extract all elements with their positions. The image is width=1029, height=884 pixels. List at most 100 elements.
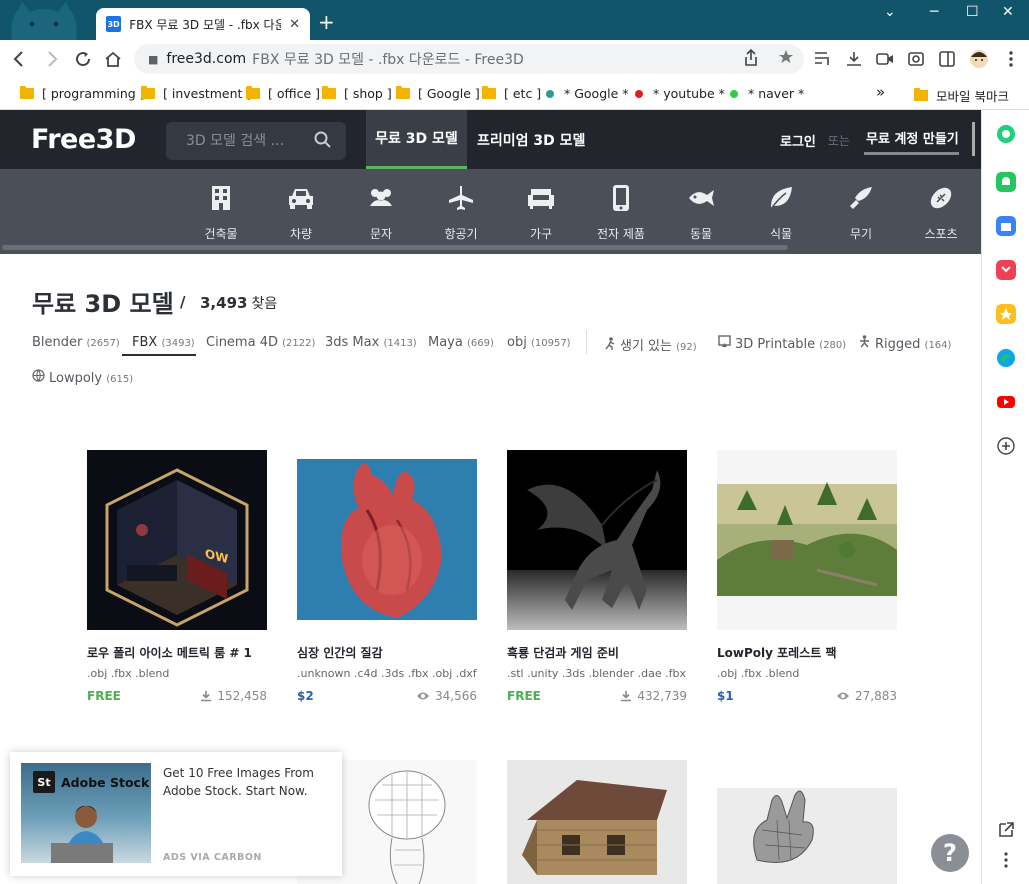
ad-image[interactable]: St Adobe Stock (21, 763, 151, 863)
card-title[interactable]: 흑룡 단검과 게임 준비 (507, 644, 687, 661)
menu-kebab-icon[interactable] (1008, 50, 1014, 68)
screenshot-icon[interactable] (907, 50, 925, 68)
mobile-bookmarks[interactable]: 모바일 북마크 (914, 86, 1009, 105)
login-link[interactable]: 로그인 (780, 131, 816, 150)
filter-lowpoly[interactable]: Lowpoly (615) (32, 369, 133, 386)
star-app-icon[interactable] (996, 304, 1016, 324)
free3d-logo[interactable]: Free3D (31, 124, 136, 155)
site-search-box[interactable] (166, 122, 346, 160)
green-circle-app-icon[interactable] (996, 124, 1016, 144)
filter-label: 3D Printable (735, 337, 816, 352)
bookmark-programming[interactable]: [ programming ] (20, 86, 145, 101)
pocket-app-icon[interactable] (996, 260, 1016, 280)
media-icon[interactable] (876, 51, 894, 67)
category-architecture[interactable]: 건축물 (186, 183, 256, 242)
maximize-button[interactable]: ☐ (966, 4, 979, 20)
signup-button[interactable]: 무료 계정 만들기 (864, 123, 959, 155)
sidebar-toggle-icon[interactable] (938, 50, 956, 68)
category-aircraft[interactable]: 항공기 (426, 183, 496, 242)
new-tab-button[interactable]: + (318, 12, 335, 32)
bell-app-icon[interactable] (996, 172, 1016, 192)
nav-premium-models[interactable]: 프리미엄 3D 모델 (477, 130, 585, 150)
bookmark-naver[interactable]: * naver * (730, 86, 804, 101)
category-weapons[interactable]: 무기 (826, 183, 896, 242)
profile-avatar-icon[interactable] (969, 49, 989, 69)
lock-icon[interactable]: ■ (148, 53, 158, 66)
model-card[interactable]: 심장 인간의 질감 .unknown .c4d .3ds .fbx .obj .… (297, 450, 477, 704)
filter-blender[interactable]: Blender (2657) (32, 335, 120, 350)
active-tab[interactable]: 3D FBX 무료 3D 모델 - .fbx 다운로드 ✕ (96, 8, 310, 40)
youtube-app-icon[interactable] (996, 392, 1016, 412)
minimize-button[interactable]: ─ (930, 4, 938, 20)
card-title[interactable]: 심장 인간의 질감 (297, 644, 477, 661)
nav-free-models[interactable]: 무료 3D 모델 (366, 110, 467, 169)
category-characters[interactable]: 문자 (346, 183, 416, 242)
category-sports[interactable]: 스포츠 (906, 183, 976, 242)
bookmark-etc[interactable]: [ etc ] (482, 86, 541, 101)
bookmark-investment[interactable]: [ investment ] (141, 86, 251, 101)
bookmark-label: [ Google ] (418, 86, 480, 101)
card-title[interactable]: 로우 폴리 아이소 메트릭 룸 # 1 (87, 644, 267, 661)
category-electronics[interactable]: 전자 제품 (586, 183, 656, 242)
bookmark-office[interactable]: [ office ] (246, 86, 320, 101)
bookmark-google[interactable]: * Google * (546, 86, 629, 101)
reading-list-icon[interactable] (814, 51, 832, 67)
model-card[interactable]: OW 로우 폴리 아이소 메트릭 룸 # 1 .obj .fbx .blend … (87, 450, 267, 704)
category-vehicles[interactable]: 차량 (266, 183, 336, 242)
category-scrollbar[interactable] (2, 245, 788, 250)
category-plants[interactable]: 식물 (746, 183, 816, 242)
ad-text[interactable]: Get 10 Free Images From Adobe Stock. Sta… (163, 764, 333, 800)
filter-animated[interactable]: 생기 있는 (92) (604, 335, 697, 354)
filter-fbx[interactable]: FBX (3493) (132, 335, 195, 350)
model-thumbnail-iso-room[interactable]: OW (87, 450, 267, 630)
bookmarks-overflow-button[interactable]: » (876, 83, 885, 101)
ad-attribution[interactable]: ADS VIA CARBON (163, 852, 262, 863)
add-app-icon[interactable] (996, 436, 1016, 456)
address-bar[interactable]: ■ free3d.com FBX 무료 3D 모델 - .fbx 다운로드 - … (134, 44, 804, 74)
carbon-ad[interactable]: St Adobe Stock Get 10 Free Images From A… (10, 752, 342, 876)
forward-icon[interactable] (44, 50, 60, 68)
filter-label: FBX (132, 335, 158, 350)
bookmark-star-icon[interactable] (778, 49, 794, 65)
edge-app-icon[interactable] (996, 348, 1016, 368)
download-icon[interactable] (845, 50, 863, 68)
filter-3dsmax[interactable]: 3ds Max (1413) (325, 335, 417, 350)
external-link-icon[interactable] (996, 820, 1016, 840)
model-thumbnail-wireframe-hand[interactable] (717, 760, 897, 884)
model-thumbnail-heart[interactable] (297, 450, 477, 630)
back-icon[interactable] (12, 50, 28, 68)
category-furniture[interactable]: 가구 (506, 183, 576, 242)
bookmark-label: [ shop ] (344, 86, 392, 101)
card-title[interactable]: LowPoly 포레스트 팩 (717, 644, 897, 661)
briefcase-app-icon[interactable] (996, 216, 1016, 236)
share-icon[interactable] (744, 49, 758, 67)
model-card[interactable]: 흑룡 단검과 게임 준비 .stl .unity .3ds .blender .… (507, 450, 687, 704)
folder-icon (20, 86, 34, 99)
filter-cinema4d[interactable]: Cinema 4D (2122) (206, 335, 315, 350)
bookmark-youtube[interactable]: * youtube * (635, 86, 725, 101)
model-thumbnail-dragon[interactable] (507, 450, 687, 630)
model-thumbnail-forest[interactable] (717, 450, 897, 630)
filter-count: (669) (466, 338, 494, 349)
filter-count: (1413) (383, 338, 417, 349)
help-button[interactable]: ? (931, 834, 969, 872)
globe-icon (32, 369, 45, 382)
tab-search-chevron-icon[interactable]: ⌄ (884, 4, 896, 20)
site-search-input[interactable] (186, 133, 306, 149)
search-icon[interactable] (314, 131, 332, 149)
category-animals[interactable]: 동물 (666, 183, 736, 242)
bookmark-google-folder[interactable]: [ Google ] (396, 86, 480, 101)
filter-maya[interactable]: Maya (669) (428, 335, 494, 350)
reload-icon[interactable] (74, 50, 92, 68)
filter-obj[interactable]: obj (10957) (507, 335, 571, 350)
close-window-button[interactable]: ✕ (1002, 4, 1014, 20)
bookmark-shop[interactable]: [ shop ] (322, 86, 392, 101)
cat-theme-decoration (11, 2, 77, 40)
home-icon[interactable] (104, 50, 122, 68)
filter-rigged[interactable]: Rigged (164) (858, 335, 951, 352)
tab-close-icon[interactable]: ✕ (289, 17, 300, 32)
more-options-icon[interactable] (996, 850, 1016, 870)
model-card[interactable]: LowPoly 포레스트 팩 .obj .fbx .blend $1 27,88… (717, 450, 897, 704)
model-thumbnail-wooden-house[interactable] (507, 760, 687, 884)
filter-3d-printable[interactable]: 3D Printable (280) (718, 335, 846, 352)
